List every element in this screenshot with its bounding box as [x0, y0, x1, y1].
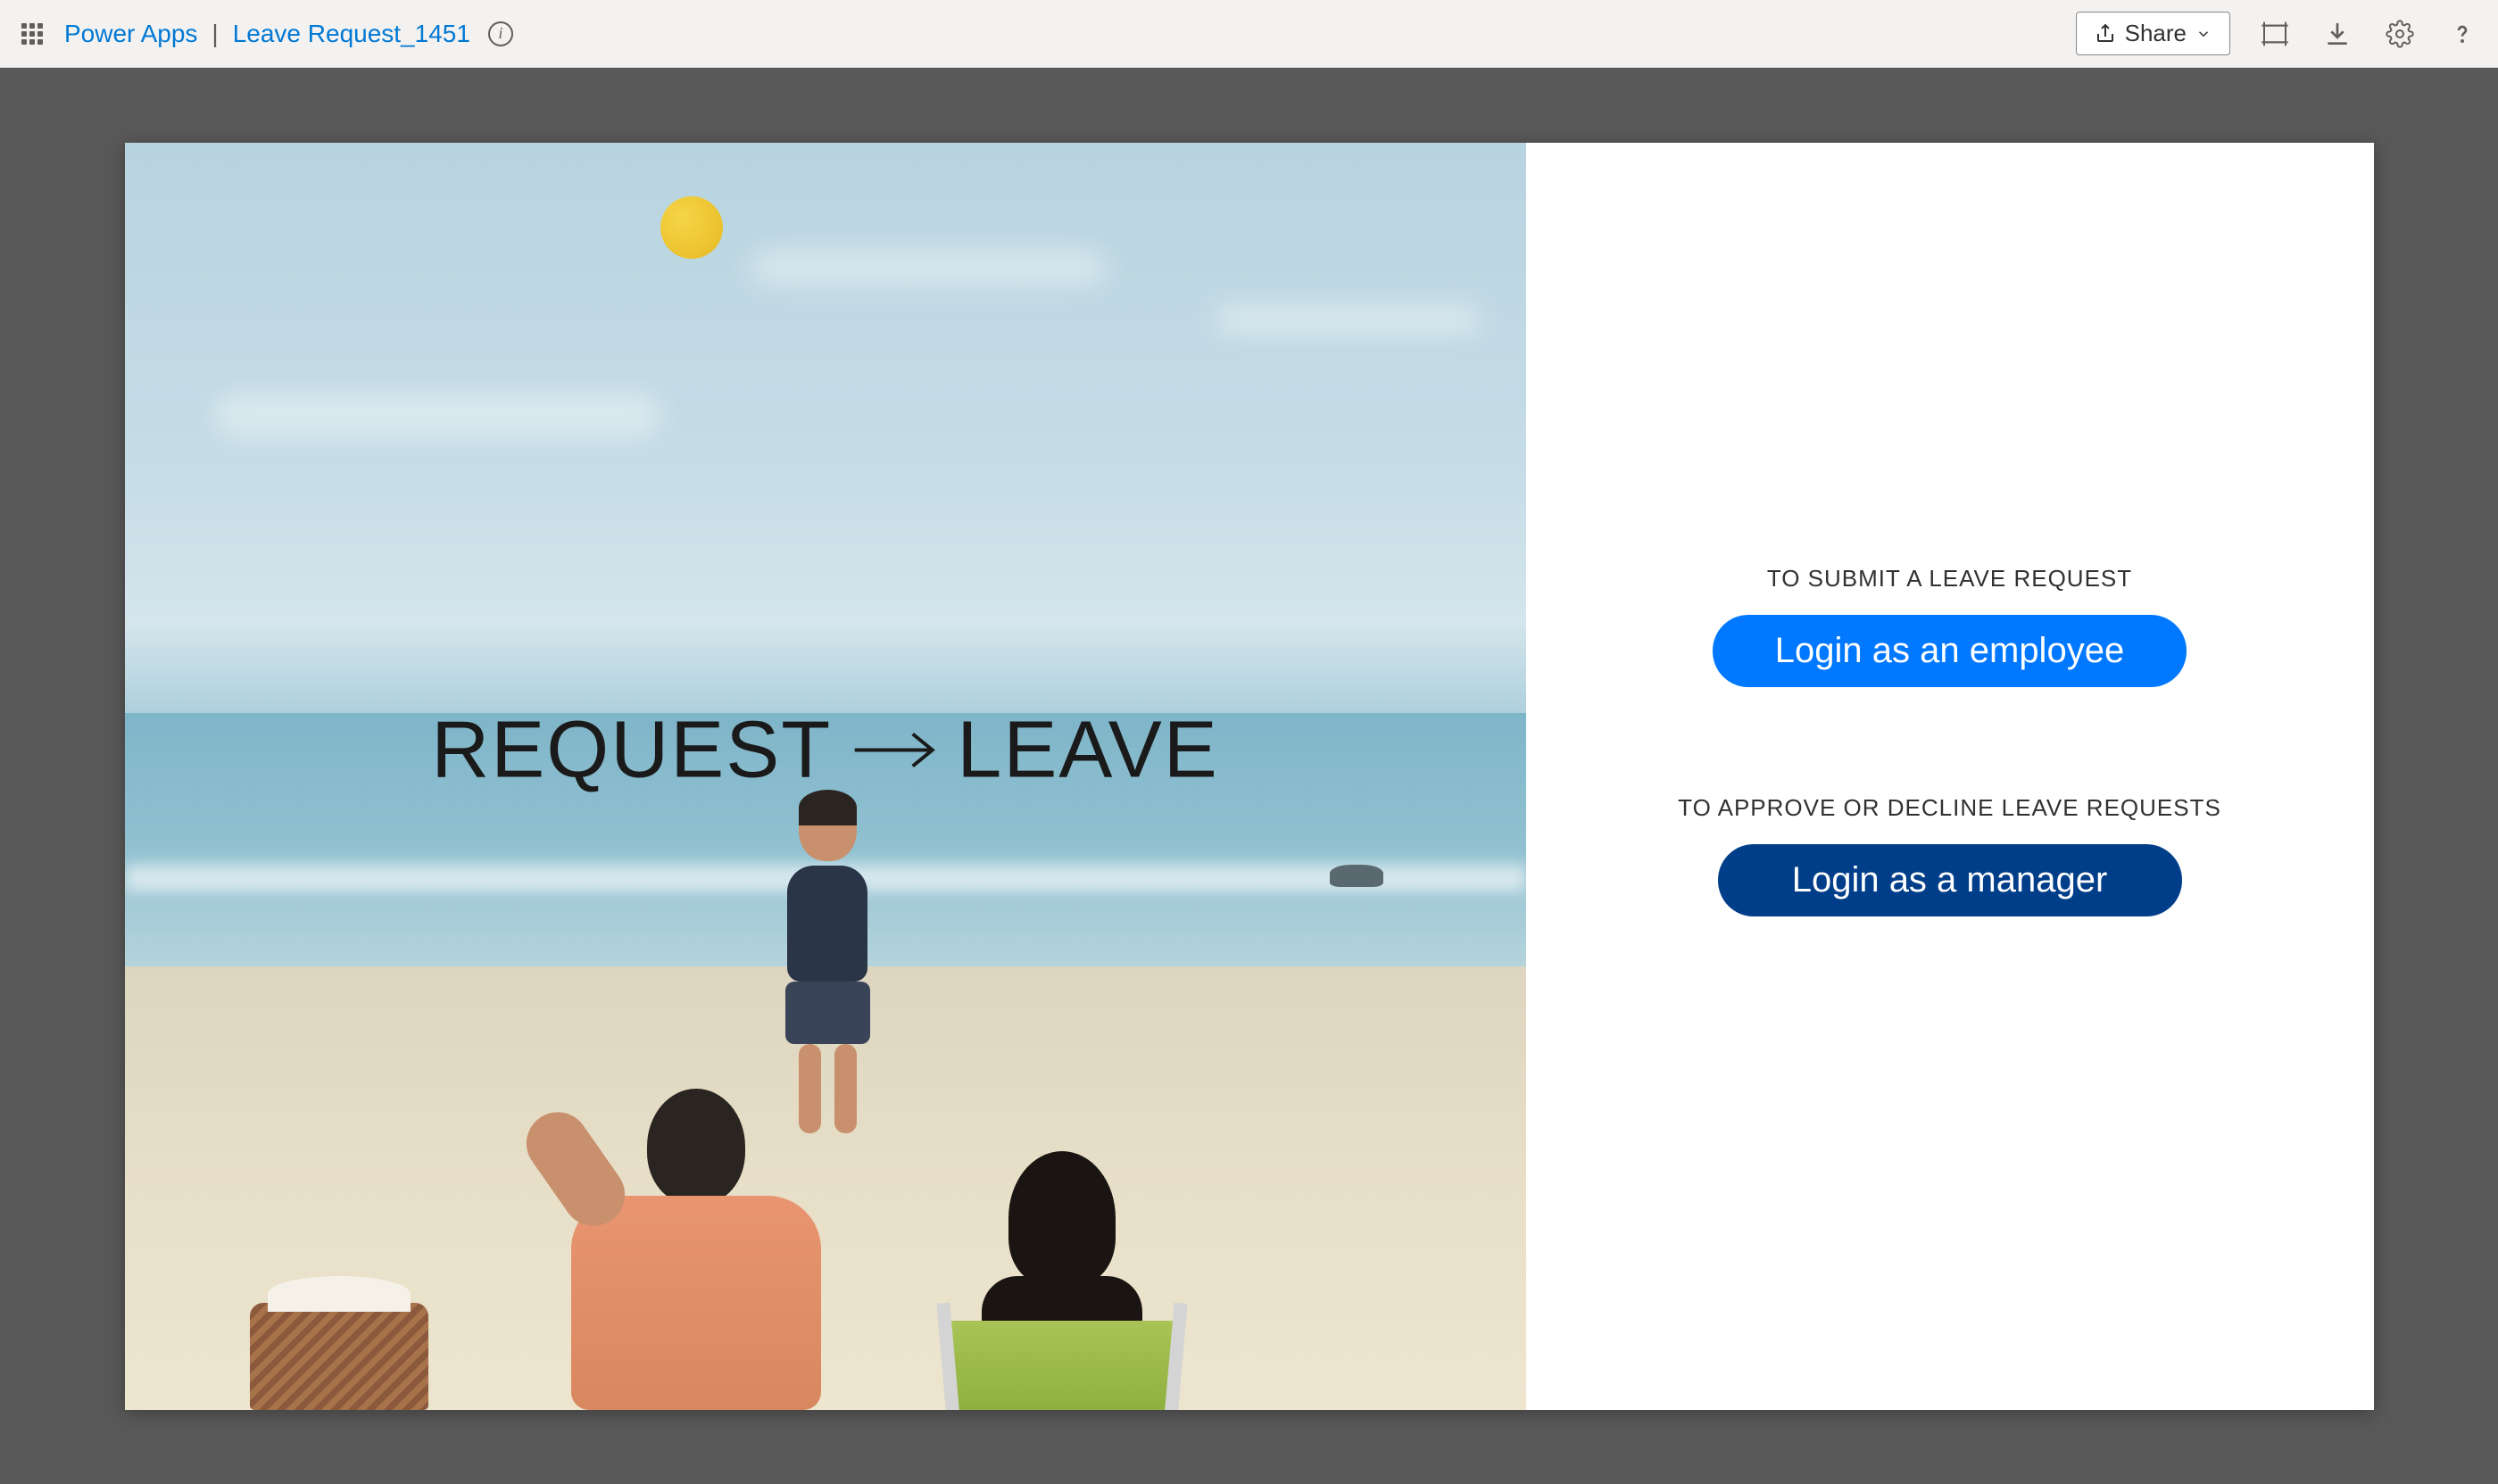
- product-link[interactable]: Power Apps: [64, 20, 197, 48]
- share-icon: [2095, 23, 2116, 45]
- woman-figure: [946, 1151, 1178, 1410]
- manager-login-label: TO APPROVE OR DECLINE LEAVE REQUESTS: [1678, 794, 2221, 822]
- cloud-decoration: [750, 250, 1107, 286]
- help-icon: [2448, 20, 2477, 48]
- employee-login-group: TO SUBMIT A LEAVE REQUEST Login as an em…: [1713, 565, 2187, 687]
- adult-figure: [571, 1089, 821, 1410]
- download-icon: [2323, 20, 2352, 48]
- breadcrumb: Power Apps | Leave Request_1451: [64, 20, 470, 48]
- frame-icon: [2261, 20, 2289, 48]
- header-bar: Power Apps | Leave Request_1451 i Share: [0, 0, 2498, 68]
- fit-to-screen-button[interactable]: [2257, 16, 2293, 52]
- basket-decoration: [250, 1303, 428, 1410]
- header-left: Power Apps | Leave Request_1451 i: [18, 20, 513, 48]
- app-title: REQUEST LEAVE: [431, 705, 1219, 797]
- employee-login-label: TO SUBMIT A LEAVE REQUEST: [1767, 565, 2132, 593]
- child-figure: [785, 794, 870, 1133]
- app-preview: REQUEST LEAVE TO SUBMIT A LEAVE REQUEST …: [125, 143, 2374, 1410]
- hero-image: REQUEST LEAVE: [125, 143, 1526, 1410]
- canvas-area: REQUEST LEAVE TO SUBMIT A LEAVE REQUEST …: [0, 68, 2498, 1484]
- breadcrumb-separator: |: [212, 20, 218, 48]
- rock-decoration: [1330, 865, 1383, 887]
- share-button-label: Share: [2125, 20, 2187, 47]
- app-name-link[interactable]: Leave Request_1451: [233, 20, 470, 48]
- gear-icon: [2386, 20, 2414, 48]
- header-right: Share: [2076, 12, 2480, 55]
- chevron-down-icon: [2195, 26, 2212, 42]
- title-left: REQUEST: [431, 705, 832, 797]
- download-button[interactable]: [2320, 16, 2355, 52]
- beach-ball: [660, 196, 723, 259]
- login-employee-button[interactable]: Login as an employee: [1713, 615, 2187, 687]
- cloud-decoration: [1214, 303, 1481, 335]
- login-panel: TO SUBMIT A LEAVE REQUEST Login as an em…: [1526, 143, 2374, 1410]
- arrow-right-icon: [850, 705, 939, 797]
- cloud-decoration: [214, 393, 660, 437]
- title-right: LEAVE: [957, 705, 1219, 797]
- settings-button[interactable]: [2382, 16, 2418, 52]
- login-manager-button[interactable]: Login as a manager: [1718, 844, 2182, 916]
- share-button[interactable]: Share: [2076, 12, 2230, 55]
- app-launcher-icon[interactable]: [18, 20, 46, 48]
- manager-login-group: TO APPROVE OR DECLINE LEAVE REQUESTS Log…: [1678, 794, 2221, 916]
- info-icon[interactable]: i: [488, 21, 513, 46]
- help-button[interactable]: [2444, 16, 2480, 52]
